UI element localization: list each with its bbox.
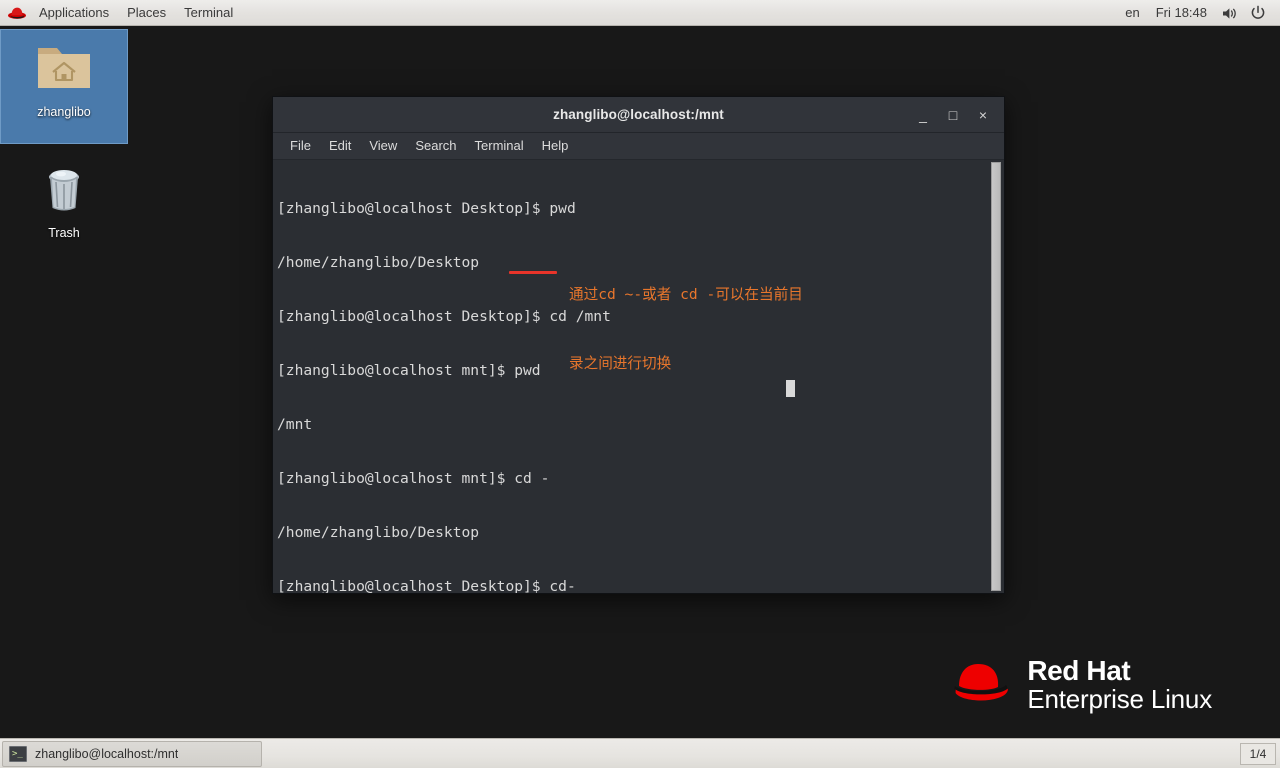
rhel-brand-line2: Enterprise Linux — [1027, 683, 1212, 714]
workspace-switcher[interactable]: 1/4 — [1240, 743, 1276, 765]
scrollbar-thumb[interactable] — [991, 162, 1001, 591]
speaker-icon[interactable] — [1215, 0, 1244, 26]
bottom-panel: >_ zhanglibo@localhost:/mnt 1/4 — [0, 738, 1280, 768]
terminal-line: [zhanglibo@localhost Desktop]$ cd- — [277, 578, 576, 593]
desktop-icon-home-label: zhanglibo — [37, 105, 91, 119]
menu-search[interactable]: Search — [406, 133, 465, 159]
top-panel-right: en Fri 18:48 — [1117, 0, 1280, 26]
desktop-icon-home[interactable]: zhanglibo — [0, 29, 128, 144]
terminal-cursor — [786, 380, 795, 397]
taskbar-window-label: zhanglibo@localhost:/mnt — [35, 747, 179, 761]
terminal-icon: >_ — [9, 746, 27, 762]
top-panel-left: Applications Places Terminal — [0, 0, 242, 26]
terminal-window[interactable]: zhanglibo@localhost:/mnt _ □ × File Edit… — [272, 96, 1005, 594]
menu-file[interactable]: File — [281, 133, 320, 159]
terminal-menubar: File Edit View Search Terminal Help — [273, 133, 1004, 160]
power-icon[interactable] — [1244, 0, 1272, 26]
menu-terminal[interactable]: Terminal — [466, 133, 533, 159]
taskbar-window-button[interactable]: >_ zhanglibo@localhost:/mnt — [2, 741, 262, 767]
menu-edit[interactable]: Edit — [320, 133, 360, 159]
home-folder-icon — [33, 38, 95, 99]
menu-help[interactable]: Help — [533, 133, 578, 159]
menu-view[interactable]: View — [360, 133, 406, 159]
redhat-hat-icon — [951, 656, 1013, 713]
workspace-indicator: 1/4 — [1249, 747, 1267, 761]
minimize-button[interactable]: _ — [908, 101, 938, 129]
desktop-screen: Applications Places Terminal en Fri 18:4… — [0, 0, 1280, 768]
menu-places[interactable]: Places — [118, 0, 175, 26]
desktop-icon-trash[interactable]: Trash — [0, 155, 128, 255]
annotation-line: 通过cd ~-或者 cd -可以在当前目 — [569, 286, 803, 303]
keyboard-layout-indicator[interactable]: en — [1117, 0, 1147, 26]
window-controls: _ □ × — [908, 97, 998, 132]
top-panel: Applications Places Terminal en Fri 18:4… — [0, 0, 1280, 26]
annotation-line: 录之间进行切换 — [569, 355, 672, 372]
trash-icon — [37, 163, 91, 220]
desktop-icon-trash-label: Trash — [48, 226, 80, 240]
rhel-brand-line1: Red Hat — [1027, 654, 1131, 686]
terminal-title: zhanglibo@localhost:/mnt — [553, 107, 724, 122]
terminal-titlebar[interactable]: zhanglibo@localhost:/mnt _ □ × — [273, 97, 1004, 133]
terminal-line: /home/zhanglibo/Desktop — [277, 524, 480, 541]
rhel-brand-text: Red Hat Enterprise Linux — [1027, 654, 1212, 714]
terminal-prompt-glyph: >_ — [12, 748, 23, 759]
menu-terminal[interactable]: Terminal — [175, 0, 242, 26]
redhat-fedora-icon[interactable] — [4, 0, 30, 26]
terminal-scrollbar[interactable] — [990, 162, 1002, 591]
rhel-branding: Red Hat Enterprise Linux — [951, 656, 1212, 713]
terminal-body[interactable]: [zhanglibo@localhost Desktop]$ pwd /home… — [273, 160, 1004, 593]
terminal-line: [zhanglibo@localhost mnt]$ cd - — [277, 470, 550, 487]
terminal-line: [zhanglibo@localhost Desktop]$ pwd — [277, 200, 576, 217]
close-button[interactable]: × — [968, 101, 998, 129]
clock[interactable]: Fri 18:48 — [1148, 0, 1215, 26]
annotation-underline — [509, 271, 557, 274]
menu-applications[interactable]: Applications — [30, 0, 118, 26]
maximize-button[interactable]: □ — [938, 101, 968, 129]
annotation-text: 通过cd ~-或者 cd -可以在当前目 录之间进行切换 — [569, 237, 803, 421]
